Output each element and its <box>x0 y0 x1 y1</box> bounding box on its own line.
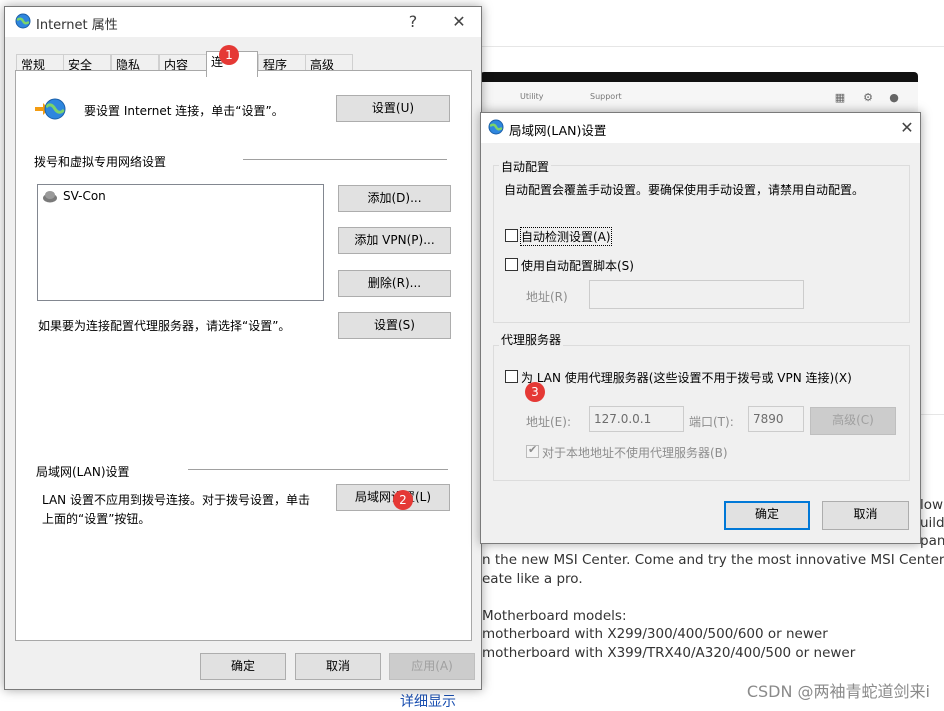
auto-detect-label[interactable]: 自动检测设置(A) <box>520 227 612 246</box>
lan-text: LAN 设置不应用到拨号连接。对于拨号设置，单击 <box>42 493 310 507</box>
bg-text-line: n the new MSI Center. Come and try the m… <box>482 552 944 568</box>
proxy-address-label: 地址(E): <box>526 415 571 429</box>
auto-script-checkbox[interactable] <box>505 258 518 271</box>
bg-text-line: Motherboard models: <box>482 608 627 624</box>
auto-detect-checkbox[interactable] <box>505 229 518 242</box>
use-proxy-label[interactable]: 为 LAN 使用代理服务器(这些设置不用于拨号或 VPN 连接)(X) <box>521 369 852 386</box>
watermark: CSDN @两袖青蛇道剑来i <box>746 682 930 701</box>
grid-icon[interactable]: ▦ <box>834 92 846 104</box>
add-vpn-button[interactable]: 添加 VPN(P)... <box>338 227 451 254</box>
bg-nav-utility[interactable]: Utility <box>520 92 544 101</box>
internet-globe-icon <box>488 119 504 135</box>
setup-button[interactable]: 设置(U) <box>336 95 450 122</box>
port-label: 端口(T): <box>689 415 734 429</box>
script-address-input[interactable] <box>589 280 804 309</box>
connection-list[interactable]: SV-Con <box>37 184 324 301</box>
bg-text-line: eate like a pro. <box>482 571 583 587</box>
vpn-connection-icon <box>43 191 57 203</box>
annotation-badge-3: 3 <box>525 382 545 402</box>
setup-text: 要设置 Internet 连接，单击“设置”。 <box>84 104 284 118</box>
avatar[interactable]: ● <box>888 92 900 104</box>
internet-globe-icon <box>15 13 31 29</box>
titlebar[interactable]: 局域网(LAN)设置 ✕ <box>481 113 920 143</box>
bg-text-line: motherboard with X399/TRX40/A320/400/500… <box>482 645 856 661</box>
close-button[interactable]: ✕ <box>895 117 919 139</box>
bg-nav-support[interactable]: Support <box>590 92 622 101</box>
add-button[interactable]: 添加(D)... <box>338 185 451 212</box>
bypass-local-checkbox[interactable]: ✔ <box>526 443 539 458</box>
auto-script-label[interactable]: 使用自动配置脚本(S) <box>521 257 634 274</box>
annotation-badge-2: 2 <box>393 490 413 510</box>
port-input[interactable]: 7890 <box>748 406 804 432</box>
connection-name: SV-Con <box>63 189 106 203</box>
lan-section-title: 局域网(LAN)设置 <box>36 465 130 479</box>
detail-link[interactable]: 详细显示 <box>400 691 456 711</box>
gear-icon[interactable]: ⚙ <box>862 92 874 104</box>
checkmark-icon: ✔ <box>528 443 538 456</box>
dialog-title: 局域网(LAN)设置 <box>509 123 607 138</box>
section-divider <box>188 469 448 470</box>
settings-button[interactable]: 设置(S) <box>338 312 451 339</box>
delete-button[interactable]: 删除(R)... <box>338 270 451 297</box>
address-label: 地址(R) <box>526 290 568 304</box>
bypass-local-label[interactable]: 对于本地地址不使用代理服务器(B) <box>542 444 728 461</box>
bg-divider <box>480 46 944 47</box>
annotation-badge-1: 1 <box>219 45 239 65</box>
proxy-group-title: 代理服务器 <box>499 331 564 348</box>
advanced-button[interactable]: 高级(C) <box>810 407 896 435</box>
bg-app-frame <box>480 72 918 82</box>
bg-text-line: pan <box>920 533 944 549</box>
auto-config-text: 自动配置会覆盖手动设置。要确保使用手动设置，请禁用自动配置。 <box>504 183 865 197</box>
dialup-section-title: 拨号和虚拟专用网络设置 <box>34 155 167 169</box>
internet-setup-icon <box>35 98 66 120</box>
help-button[interactable]: ? <box>401 11 425 33</box>
apply-button[interactable]: 应用(A) <box>389 653 475 680</box>
section-divider <box>243 159 447 160</box>
close-button[interactable]: ✕ <box>447 11 471 33</box>
cancel-button[interactable]: 取消 <box>822 501 909 530</box>
use-proxy-checkbox[interactable] <box>505 370 518 383</box>
lan-settings-dialog: 局域网(LAN)设置 ✕ 自动配置 自动配置会覆盖手动设置。要确保使用手动设置，… <box>480 112 921 544</box>
bg-app-toolbar: Utility Support ▦ ⚙ ● <box>480 82 918 116</box>
ok-button[interactable]: 确定 <box>200 653 286 680</box>
bg-text-line: uild <box>920 515 944 531</box>
bg-text-line: motherboard with X299/300/400/500/600 or… <box>482 626 828 642</box>
titlebar[interactable]: Internet 属性 ? ✕ <box>5 7 481 37</box>
cancel-button[interactable]: 取消 <box>295 653 381 680</box>
proxy-address-input[interactable]: 127.0.0.1 <box>589 406 684 432</box>
auto-config-group-title: 自动配置 <box>499 158 552 175</box>
internet-properties-window: Internet 属性 ? ✕ 常规 安全 隐私 内容 连 程序 高级 要设置 … <box>4 6 482 690</box>
list-item[interactable]: SV-Con <box>41 188 106 205</box>
bg-text-line: low <box>920 497 944 513</box>
ok-button[interactable]: 确定 <box>724 501 810 530</box>
proxy-hint-text: 如果要为连接配置代理服务器，请选择“设置”。 <box>38 319 291 333</box>
lan-text: 上面的“设置”按钮。 <box>42 512 151 526</box>
window-title: Internet 属性 <box>36 18 118 33</box>
